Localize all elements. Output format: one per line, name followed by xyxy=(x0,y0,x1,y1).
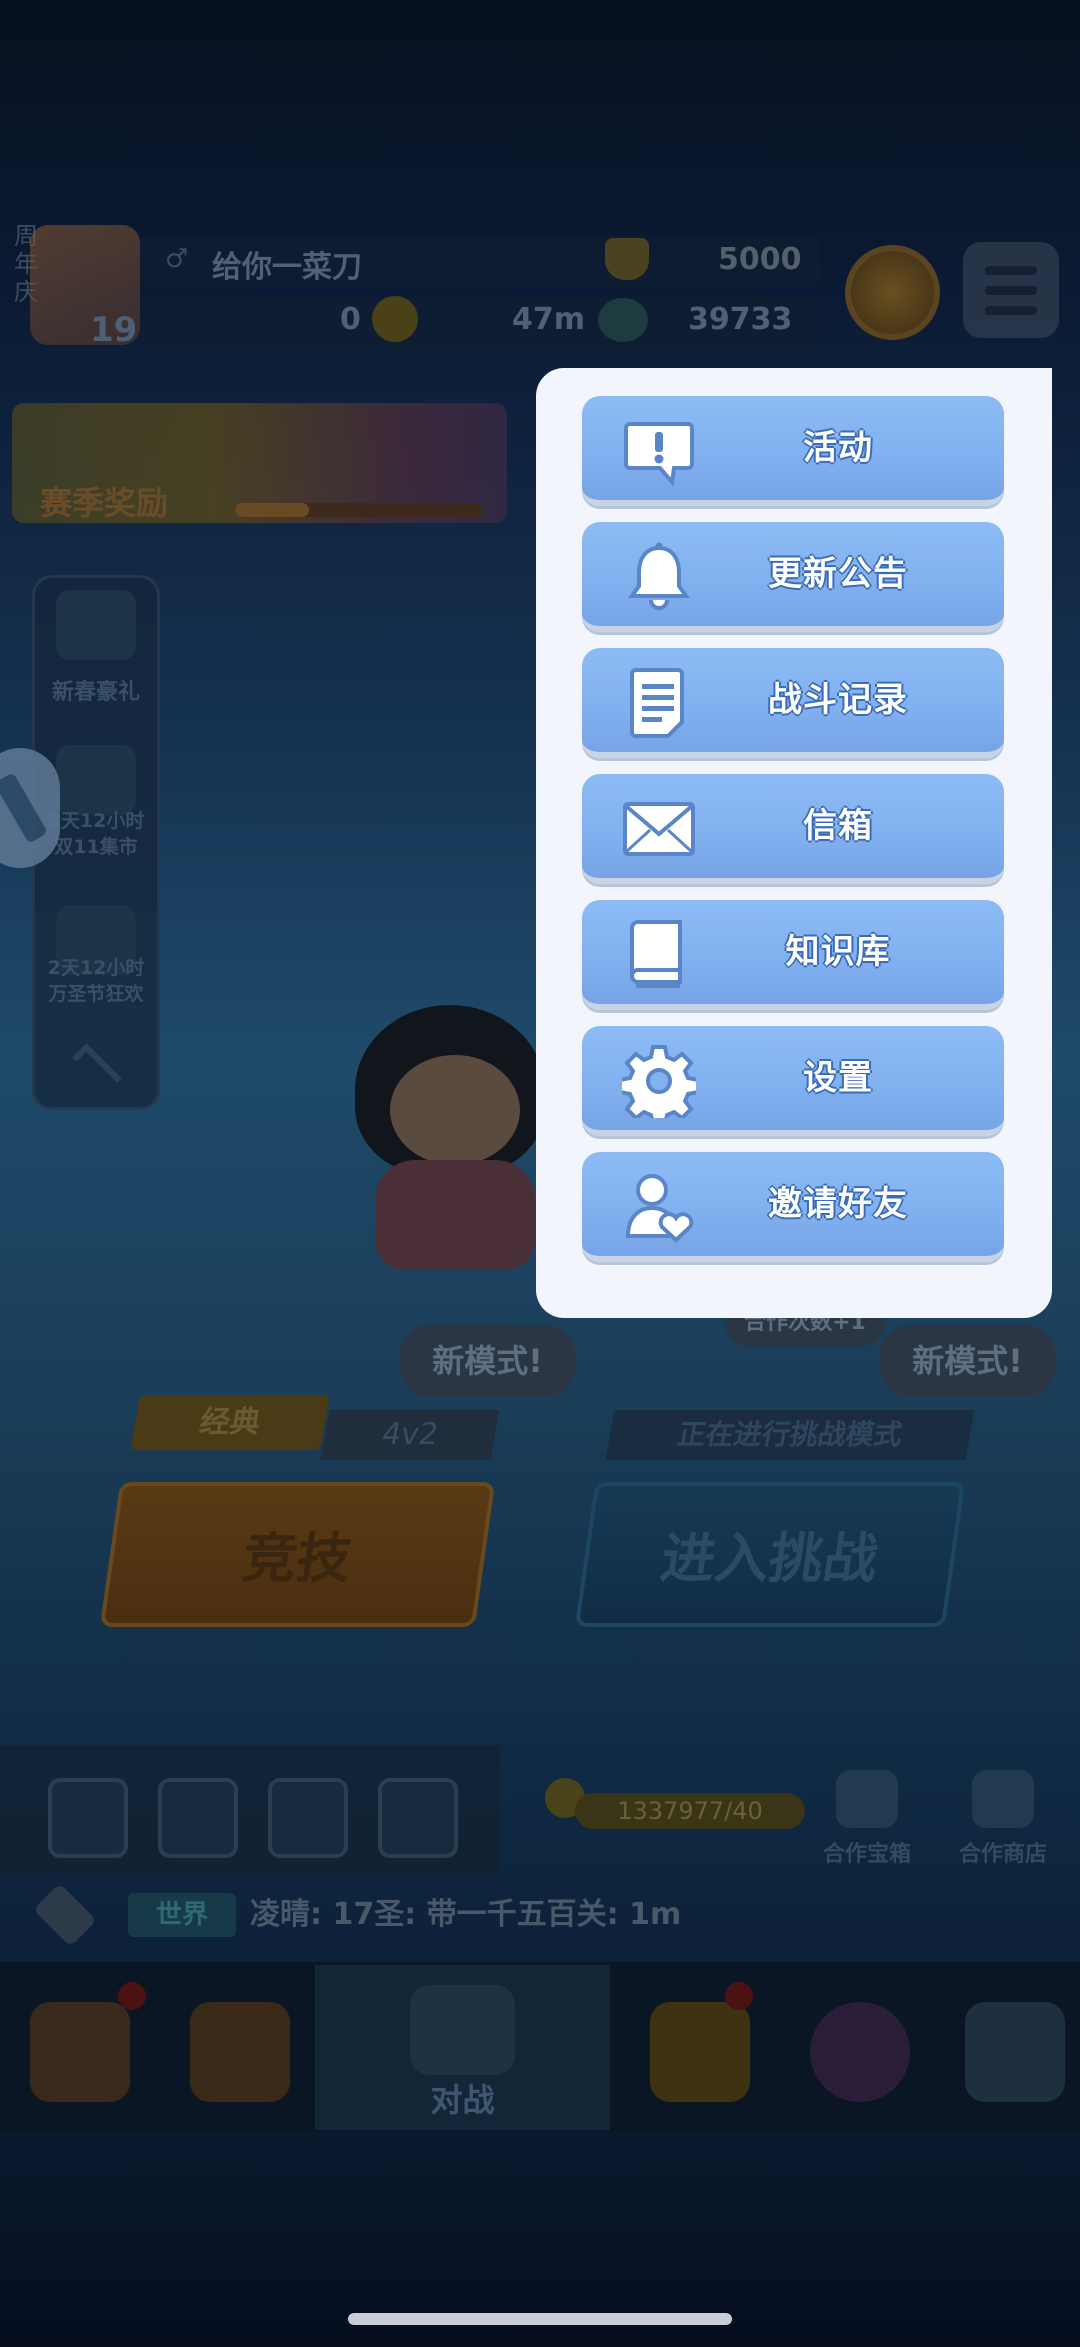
gem-count: 39733 xyxy=(688,302,793,337)
nav-social[interactable] xyxy=(935,1962,1080,2132)
classic-mode-tag[interactable]: 经典 xyxy=(130,1395,330,1450)
distance-value: 47m xyxy=(512,302,586,337)
player-character xyxy=(355,975,555,1275)
notification-dot xyxy=(118,1982,146,2010)
venom-icon[interactable] xyxy=(56,590,136,660)
coop-shop-button[interactable]: 合作商店 xyxy=(948,1770,1058,1867)
menu-item-label: 邀请好友 xyxy=(768,1184,908,1224)
menu-item-settings[interactable]: 设置 xyxy=(582,1026,1004,1136)
menu-item-label: 活动 xyxy=(803,428,873,468)
player-level: 19 xyxy=(90,310,138,350)
coop-shop-label: 合作商店 xyxy=(958,1842,1047,1867)
floating-assistant-button[interactable] xyxy=(0,748,60,868)
compete-button[interactable]: 竞技 xyxy=(99,1482,496,1627)
menu-item-invite-friends[interactable]: 邀请好友 xyxy=(582,1152,1004,1262)
menu-item-label: 设置 xyxy=(803,1058,873,1098)
menu-item-mailbox[interactable]: 信箱 xyxy=(582,774,1004,884)
planet-icon xyxy=(810,2002,910,2102)
exclamation-bubble-icon xyxy=(624,422,694,487)
home-indicator[interactable] xyxy=(348,2313,732,2325)
coin-add-icon[interactable] xyxy=(372,296,418,342)
trophy-icon xyxy=(605,238,649,280)
menu-item-knowledge-base[interactable]: 知识库 xyxy=(582,900,1004,1010)
event-11-icon[interactable] xyxy=(56,745,136,815)
menu-item-update-notes[interactable]: 更新公告 xyxy=(582,522,1004,632)
menu-item-activity[interactable]: 活动 xyxy=(582,396,1004,506)
player-name: 给你一菜刀 xyxy=(212,250,362,285)
event-label-1: 新春豪礼 xyxy=(51,680,140,705)
gamepad-icon[interactable] xyxy=(268,1778,348,1858)
nav-capsule[interactable] xyxy=(160,1962,315,2132)
world-channel-tag: 世界 xyxy=(128,1893,236,1937)
notification-dot xyxy=(725,1982,753,2010)
gear-icon xyxy=(622,1045,696,1118)
heart-card-icon xyxy=(965,2002,1065,2102)
video-icon[interactable] xyxy=(378,1778,458,1858)
coop-box-label: 合作宝箱 xyxy=(822,1842,911,1867)
nav-shop[interactable] xyxy=(0,1962,155,2132)
classic-mode-sub: 4v2 xyxy=(320,1410,500,1460)
hamburger-menu-button[interactable] xyxy=(963,242,1059,338)
envelope-icon xyxy=(623,802,695,856)
new-mode-bubble-left: 新模式! xyxy=(400,1325,575,1397)
chat-message: 凌晴: 17圣: 带一千五百关: 1m xyxy=(250,1897,682,1932)
nav-battle-label: 对战 xyxy=(430,2081,495,2119)
chat-bubble-icon[interactable] xyxy=(33,1883,97,1947)
bell-icon xyxy=(628,542,690,610)
shop-icon xyxy=(30,2002,130,2102)
menu-item-label: 信箱 xyxy=(803,806,873,846)
season-reward-label: 赛季奖励 xyxy=(40,484,169,522)
gem-add-icon[interactable] xyxy=(598,298,648,342)
nav-whistle[interactable] xyxy=(620,1962,775,2132)
game-screen: 周年庆 19 ♂ 给你一菜刀 5000 0 47m 39733 赛季奖励 新春豪… xyxy=(0,0,1080,2347)
menu-item-label: 更新公告 xyxy=(768,554,908,594)
world-chat-row[interactable]: 世界 凌晴: 17圣: 带一千五百关: 1m xyxy=(30,1883,1060,1947)
menu-item-label: 知识库 xyxy=(785,932,891,972)
menu-item-battle-log[interactable]: 战斗记录 xyxy=(582,648,1004,758)
resource-a-value: 0 xyxy=(340,302,361,337)
trophy-count: 5000 xyxy=(718,242,802,277)
challenge-mode-status: 正在进行挑战模式 xyxy=(605,1410,975,1460)
document-icon xyxy=(630,668,684,738)
rank-badge-icon[interactable] xyxy=(845,245,940,340)
map-icon[interactable] xyxy=(48,1778,128,1858)
user-heart-icon xyxy=(625,1174,694,1243)
event-label-3: 2天12小时 万圣节狂欢 xyxy=(47,957,145,1005)
gender-icon: ♂ xyxy=(165,244,189,274)
mountain-icon[interactable] xyxy=(158,1778,238,1858)
main-menu-popup: 活动 更新公告 战斗记录 信箱 知识库 设置 邀请好友 xyxy=(536,368,1052,1318)
nav-planet[interactable] xyxy=(780,1962,935,2132)
new-mode-bubble-right: 新模式! xyxy=(880,1325,1055,1397)
enter-challenge-button[interactable]: 进入挑战 xyxy=(574,1482,966,1627)
menu-item-label: 战斗记录 xyxy=(768,680,908,720)
book-icon xyxy=(630,920,682,988)
season-progress-bar xyxy=(235,503,483,517)
key-count: 1337977/40 xyxy=(575,1793,805,1829)
whistle-icon xyxy=(650,2002,750,2102)
capsule-icon xyxy=(190,2002,290,2102)
coop-box-button[interactable]: 合作宝箱 xyxy=(812,1770,922,1867)
crossed-swords-icon xyxy=(410,1985,515,2075)
